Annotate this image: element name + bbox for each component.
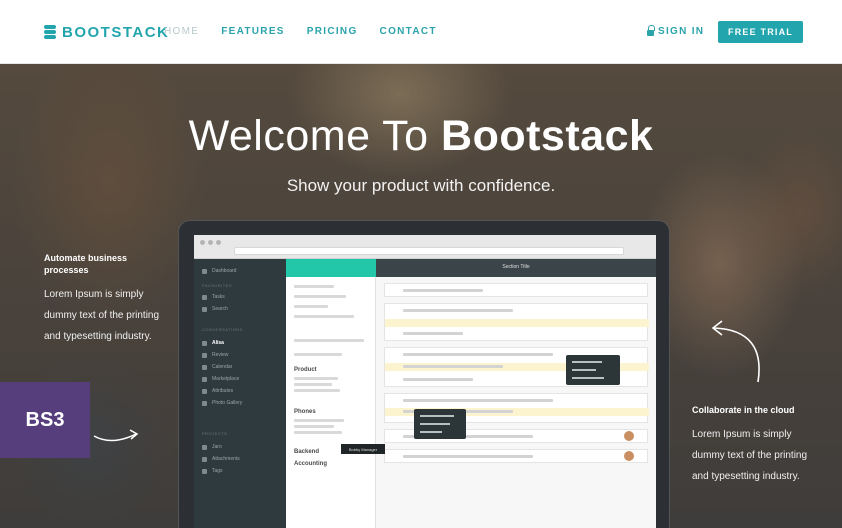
nav-link-contact[interactable]: CONTACT [380,26,437,37]
feature-left: Automate business processes Lorem Ipsum … [44,252,164,347]
mockup-sidebar-item: Jaro [202,443,278,451]
mockup-dropdown [414,409,466,439]
feature-right: Collaborate in the cloud Lorem Ipsum is … [692,404,812,487]
mockup-sidebar-item: Attributes [202,387,278,395]
feature-right-heading: Collaborate in the cloud [692,405,795,415]
bs3-badge: BS3 [0,382,90,458]
mockup-sidebar: Dashboard FAVOURITES Tasks Search CONVER… [194,259,286,528]
mockup-sidebar-item: Photo Gallery [202,399,278,407]
hero-title-light: Welcome To [188,112,442,160]
mockup-list-label: Accounting [294,461,327,467]
mockup-list-label: Product [294,367,317,373]
top-navbar: BOOTSTACK HOME FEATURES PRICING CONTACT … [0,0,842,64]
hero-title: Welcome To Bootstack [0,112,842,161]
mockup-main-title: Section Title [502,264,530,270]
free-trial-button[interactable]: FREE TRIAL [718,21,803,43]
mockup-dropdown [566,355,620,385]
mockup-sidebar-item: Marketplace [202,375,278,383]
mockup-screen: Dashboard FAVOURITES Tasks Search CONVER… [194,235,656,528]
mockup-main-panel: Section Title [376,259,656,528]
mockup-avatar [624,451,634,461]
feature-left-heading: Automate business processes [44,253,128,275]
curved-arrow-icon [93,429,139,442]
nav-links: HOME FEATURES PRICING CONTACT [164,26,459,37]
mockup-sidebar-item: Review [202,351,278,359]
brand[interactable]: BOOTSTACK [44,22,169,42]
mockup-sidebar-item: Alisa [202,339,278,347]
lock-icon [647,24,655,36]
mockup-list-label: Backend [294,449,320,455]
brand-name: BOOTSTACK [62,23,170,41]
mockup-sidebar-item: Tags [202,467,278,475]
mockup-sidebar-item: Search [202,305,278,313]
mockup-browser-bar [194,235,656,259]
mockup-sidebar-item: Attachments [202,455,278,463]
mockup-list-label: Phones [294,409,316,415]
feature-left-body: Lorem Ipsum is simply dummy text of the … [44,289,160,342]
mockup-avatar [624,431,634,441]
hero-title-bold: Bootstack [441,112,654,160]
hero-section: Welcome To Bootstack Show your product w… [0,64,842,528]
laptop-mockup: Dashboard FAVOURITES Tasks Search CONVER… [178,220,670,528]
curved-arrow-icon [711,320,760,383]
nav-link-pricing[interactable]: PRICING [307,26,358,37]
hero-subtitle: Show your product with confidence. [286,176,556,195]
sign-in-link[interactable]: SIGN IN [647,24,705,37]
mockup-sidebar-item: Dashboard [202,267,278,275]
mockup-sidebar-item: Tasks [202,293,278,301]
nav-link-home[interactable]: HOME [164,26,199,37]
feature-right-body: Lorem Ipsum is simply dummy text of the … [692,429,808,482]
sign-in-label: SIGN IN [658,26,705,37]
logo-stack-icon [44,24,56,40]
mockup-list-panel: Product Phones Backend Accounting [286,259,376,528]
nav-link-features[interactable]: FEATURES [221,26,285,37]
mockup-tooltip: Bobby Manager [341,444,385,454]
mockup-sidebar-item: Calendar [202,363,278,371]
